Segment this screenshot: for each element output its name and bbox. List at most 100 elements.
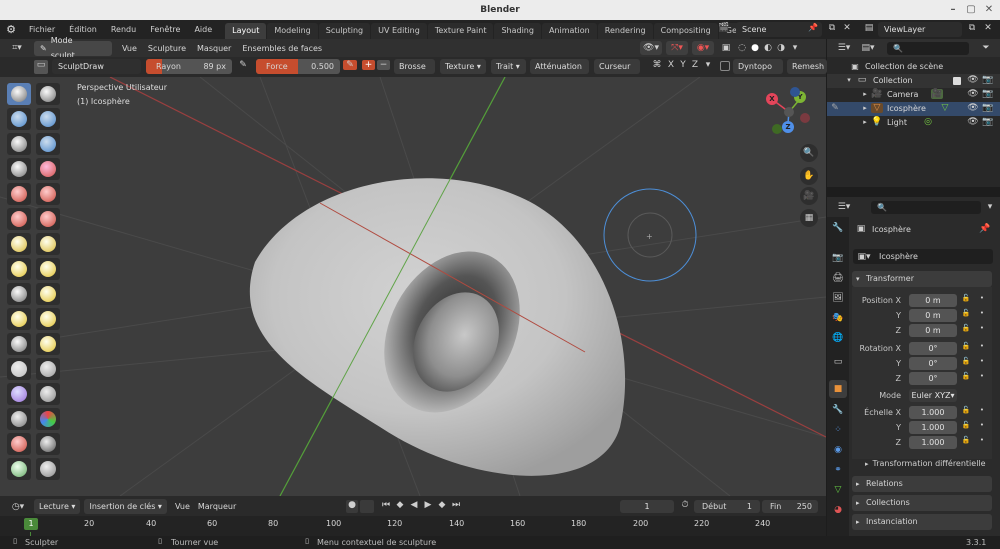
playhead[interactable]: 1 (24, 518, 38, 530)
tab-rendering[interactable]: Rendering (597, 23, 653, 39)
scale-z-field[interactable]: 1.000 (909, 436, 957, 449)
collection-tab-icon[interactable]: ▭ (831, 357, 845, 367)
symmetry-y[interactable]: Y (678, 60, 688, 70)
expand-icosphere-icon[interactable]: ▸ (861, 104, 869, 112)
timeline-ruler[interactable]: 1 20 40 60 80 100 120 140 160 180 200 22… (0, 516, 826, 536)
direction-add-button[interactable]: + (362, 60, 375, 70)
instancing-panel-header[interactable]: ▸ Instanciation (852, 514, 992, 530)
tab-animation[interactable]: Animation (541, 23, 597, 39)
shading-options-icon[interactable]: ▾ (789, 43, 801, 53)
stroke-dropdown[interactable]: Trait ▾ (491, 59, 526, 74)
tool-smooth[interactable] (36, 183, 60, 205)
tool-cloth[interactable] (7, 383, 31, 405)
navigation-gizmo[interactable]: X Y Z (764, 87, 814, 137)
tool-inflate[interactable] (7, 158, 31, 180)
tool-draw-sharp[interactable] (36, 83, 60, 105)
blender-logo-icon[interactable]: ⚙ (0, 23, 22, 36)
viewlayer-field[interactable]: ViewLayer (878, 22, 962, 37)
tool-draw-face-sets[interactable] (36, 408, 60, 430)
prev-keyframe-icon[interactable]: ◆ (394, 500, 406, 510)
brush-name-field[interactable]: SculptDraw (52, 59, 141, 74)
view-layer-tab-icon[interactable]: 🖼 (831, 293, 845, 303)
jump-start-icon[interactable]: ⏮ (380, 500, 392, 510)
remesh-dropdown[interactable]: Remesh (787, 59, 827, 74)
material-tab-icon[interactable]: ◕ (831, 505, 845, 515)
tool-multires-displacement[interactable] (7, 433, 31, 455)
menu-masquer[interactable]: Masquer (197, 44, 231, 53)
outliner-scene-collection[interactable]: ▣ Collection de scène (849, 60, 943, 73)
world-tab-icon[interactable]: 🌐 (831, 333, 845, 343)
outliner-display-mode-icon[interactable]: ▤▾ (857, 43, 879, 53)
properties-editor-icon[interactable]: ☰▾ (833, 202, 855, 212)
keyframe-dot-icon[interactable]: • (977, 436, 987, 444)
lock-icon[interactable]: 🔓 (961, 406, 971, 414)
overlays-icon[interactable]: ◉▾ (692, 41, 714, 55)
play-reverse-icon[interactable]: ◀ (408, 500, 420, 510)
solid-shading-icon[interactable]: ● (749, 43, 761, 53)
minimize-icon[interactable]: – (946, 3, 960, 17)
gizmo-neg-x[interactable] (800, 113, 810, 123)
keyframe-dot-icon[interactable]: • (977, 357, 987, 365)
symmetry-options-icon[interactable]: ▾ (703, 60, 713, 70)
tab-uv-editing[interactable]: UV Editing (371, 23, 427, 39)
tool-grab[interactable] (36, 258, 60, 280)
keyframe-dot-icon[interactable]: • (977, 342, 987, 350)
tool-paint[interactable] (36, 433, 60, 455)
filter-icon[interactable]: ⏷ (979, 43, 993, 53)
scale-x-field[interactable]: 1.000 (909, 406, 957, 419)
end-frame-field[interactable]: Fin 250 (762, 500, 818, 513)
tab-sculpting[interactable]: Sculpting (318, 23, 371, 39)
3d-viewport[interactable]: + Perspective Utilisateur (1) Icosphère … (0, 77, 826, 496)
falloff-dropdown[interactable]: Atténuation ▾ (530, 59, 589, 86)
keyframe-dot-icon[interactable]: • (977, 309, 987, 317)
material-shading-icon[interactable]: ◐ (762, 43, 774, 53)
start-frame-field[interactable]: Début 1 (694, 500, 760, 513)
dyntopo-checkbox[interactable] (720, 61, 730, 71)
tool-box-mask[interactable] (36, 458, 60, 480)
gizmo-z[interactable]: Z (782, 121, 794, 133)
maximize-icon[interactable]: ▢ (964, 3, 978, 17)
gizmo-neg-z[interactable] (790, 87, 800, 97)
visibility-eye-icon[interactable]: 👁 (967, 117, 979, 127)
play-icon[interactable]: ▶ (422, 500, 434, 510)
expand-collection-icon[interactable]: ▾ (845, 76, 853, 84)
outliner-row-collection[interactable]: ▾ ▭ Collection 👁 📷 (827, 74, 1000, 88)
gizmo-neg-y[interactable] (772, 124, 782, 134)
menu-fenetre[interactable]: Fenêtre (143, 20, 187, 39)
timeline-view-menu[interactable]: Vue (175, 502, 190, 511)
relations-panel-header[interactable]: ▸ Relations (852, 476, 992, 492)
playback-dropdown[interactable]: Lecture ▾ (34, 499, 81, 514)
brush-dropdown[interactable]: Brosse ▾ (394, 59, 435, 86)
tab-modeling[interactable]: Modeling (267, 23, 318, 39)
wireframe-shading-icon[interactable]: ◌ (736, 43, 748, 53)
copy-viewlayer-icon[interactable]: ⧉ (966, 23, 978, 33)
scene-selector-icon[interactable]: 🎬 (714, 23, 734, 33)
editor-type-icon[interactable]: ⌗▾ (6, 43, 28, 53)
pressure-radius-icon[interactable]: ✎ (236, 60, 250, 70)
tool-simplify[interactable] (36, 383, 60, 405)
collections-panel-header[interactable]: ▸ Collections (852, 495, 992, 511)
tool-multiplane-scrape[interactable] (36, 233, 60, 255)
close-icon[interactable]: ✕ (982, 3, 996, 17)
current-frame-field[interactable]: 1 (620, 500, 674, 513)
tab-texture-paint[interactable]: Texture Paint (427, 23, 494, 39)
keyframe-dot-icon[interactable]: • (977, 406, 987, 414)
tool-pinch[interactable] (7, 258, 31, 280)
menu-aide[interactable]: Aide (187, 20, 219, 39)
tool-nudge[interactable] (7, 333, 31, 355)
render-camera-icon[interactable]: 📷 (982, 75, 994, 85)
tool-scrape[interactable] (7, 233, 31, 255)
visibility-eye-icon[interactable]: 👁 (967, 103, 979, 113)
texture-dropdown[interactable]: Texture ▾ (440, 59, 486, 74)
scale-y-field[interactable]: 1.000 (909, 421, 957, 434)
menu-rendu[interactable]: Rendu (104, 20, 143, 39)
pin-icon[interactable]: 📌 (808, 23, 818, 32)
timeline-editor-icon[interactable]: ◷▾ (8, 502, 28, 512)
render-camera-icon[interactable]: 📷 (982, 117, 994, 127)
pin-icon[interactable]: 📌 (979, 224, 991, 234)
tool-layer[interactable] (36, 133, 60, 155)
render-camera-icon[interactable]: 📷 (982, 89, 994, 99)
tool-elastic-deform[interactable] (7, 283, 31, 305)
particles-tab-icon[interactable]: ⁘ (831, 425, 845, 435)
properties-search-input[interactable]: 🔍 (871, 200, 981, 214)
